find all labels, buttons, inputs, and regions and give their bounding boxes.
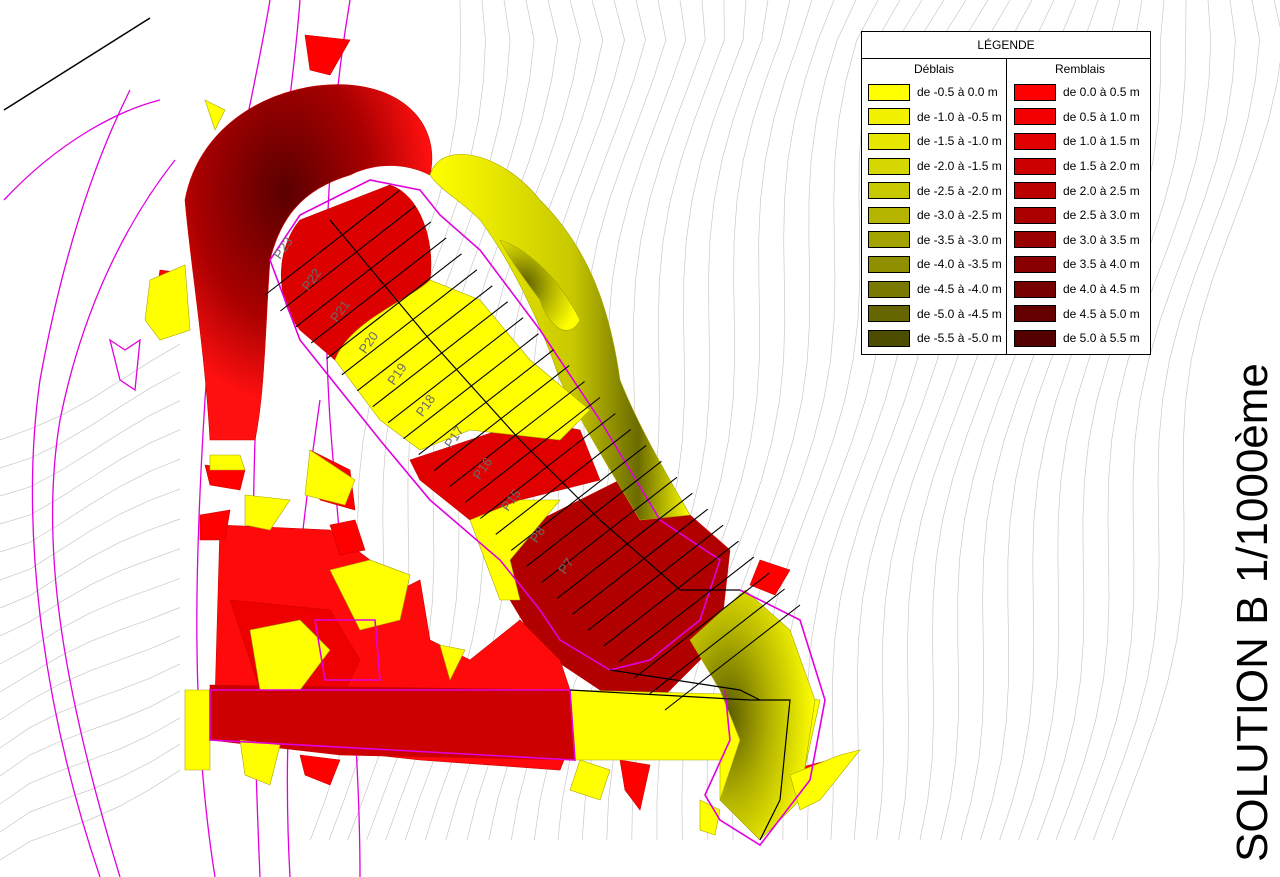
- legend-item: de 3.5 à 4.0 m: [1008, 252, 1152, 277]
- legend-title: LÉGENDE: [862, 32, 1150, 59]
- legend-swatch: [868, 206, 910, 224]
- legend-item: de -5.0 à -4.5 m: [862, 301, 1006, 326]
- legend-deblais-column: Déblais de -0.5 à 0.0 m de -1.0 à -0.5 m d…: [862, 58, 1006, 351]
- legend-item: de 4.5 à 5.0 m: [1008, 301, 1152, 326]
- legend-separator: [1006, 58, 1007, 354]
- legend-item: de 0.0 à 0.5 m: [1008, 80, 1152, 105]
- legend-item: de -1.0 à -0.5 m: [862, 105, 1006, 130]
- legend-swatch: [868, 329, 910, 347]
- legend-item: de -2.0 à -1.5 m: [862, 154, 1006, 179]
- contour-line: [0, 635, 181, 721]
- legend-label: de 4.5 à 5.0 m: [1063, 306, 1140, 321]
- legend-label: de 0.0 à 0.5 m: [1063, 85, 1140, 100]
- plan-title: SOLUTION B 1/1000ème: [1228, 363, 1277, 862]
- legend-item: de -3.0 à -2.5 m: [862, 203, 1006, 228]
- legend: LÉGENDE Déblais de -0.5 à 0.0 m de -1.0 à…: [861, 31, 1151, 355]
- legend-item: de 1.0 à 1.5 m: [1008, 129, 1152, 154]
- legend-swatch: [868, 182, 910, 200]
- legend-label: de -3.5 à -3.0 m: [917, 232, 1002, 247]
- legend-label: de 1.0 à 1.5 m: [1063, 134, 1140, 149]
- legend-swatch: [1014, 231, 1056, 249]
- legend-swatch: [1014, 157, 1056, 175]
- contour-line: [0, 343, 181, 441]
- legend-label: de 5.0 à 5.5 m: [1063, 331, 1140, 346]
- contour-line: [0, 578, 181, 665]
- legend-label: de 4.0 à 4.5 m: [1063, 282, 1140, 297]
- legend-remblais-column: Remblais de 0.0 à 0.5 m de 0.5 à 1.0 m de …: [1008, 58, 1152, 351]
- legend-remblais-header: Remblais: [1054, 62, 1105, 76]
- legend-item: de -5.5 à -5.0 m: [862, 326, 1006, 351]
- legend-label: de -1.0 à -0.5 m: [917, 109, 1002, 124]
- legend-swatch: [868, 108, 910, 126]
- legend-item: de 4.0 à 4.5 m: [1008, 277, 1152, 302]
- legend-swatch: [1014, 108, 1056, 126]
- legend-label: de -3.0 à -2.5 m: [917, 208, 1002, 223]
- legend-swatch: [1014, 132, 1056, 150]
- legend-label: de 2.0 à 2.5 m: [1063, 183, 1140, 198]
- contour-line: [0, 429, 181, 525]
- legend-label: de 0.5 à 1.0 m: [1063, 109, 1140, 124]
- legend-item: de -4.0 à -3.5 m: [862, 252, 1006, 277]
- contour-line: [0, 518, 181, 609]
- legend-label: de -5.0 à -4.5 m: [917, 306, 1002, 321]
- legend-label: de -0.5 à 0.0 m: [917, 85, 998, 100]
- legend-swatch: [1014, 280, 1056, 298]
- legend-deblais-header: Déblais: [913, 62, 955, 76]
- legend-item: de -4.5 à -4.0 m: [862, 277, 1006, 302]
- legend-item: de -3.5 à -3.0 m: [862, 228, 1006, 253]
- legend-swatch: [868, 305, 910, 323]
- contour-line: [0, 663, 181, 749]
- legend-item: de -1.5 à -1.0 m: [862, 129, 1006, 154]
- legend-item: de 5.0 à 5.5 m: [1008, 326, 1152, 351]
- legend-swatch: [1014, 255, 1056, 273]
- contour-line: [0, 371, 181, 469]
- legend-label: de 3.5 à 4.0 m: [1063, 257, 1140, 272]
- legend-swatch: [1014, 305, 1056, 323]
- legend-swatch: [868, 132, 910, 150]
- contour-line: [0, 400, 181, 497]
- contour-line: [0, 458, 181, 553]
- legend-swatch: [868, 83, 910, 101]
- legend-label: de -5.5 à -5.0 m: [917, 331, 1002, 346]
- legend-swatch: [1014, 329, 1056, 347]
- legend-item: de 0.5 à 1.0 m: [1008, 105, 1152, 130]
- legend-swatch: [868, 280, 910, 298]
- legend-label: de -4.5 à -4.0 m: [917, 282, 1002, 297]
- legend-item: de 3.0 à 3.5 m: [1008, 228, 1152, 253]
- legend-item: de -0.5 à 0.0 m: [862, 80, 1006, 105]
- legend-label: de 1.5 à 2.0 m: [1063, 159, 1140, 174]
- legend-item: de 2.0 à 2.5 m: [1008, 178, 1152, 203]
- contour-line: [0, 548, 181, 637]
- legend-item: de -2.5 à -2.0 m: [862, 178, 1006, 203]
- legend-label: de -4.0 à -3.5 m: [917, 257, 1002, 272]
- legend-swatch: [868, 157, 910, 175]
- legend-swatch: [1014, 83, 1056, 101]
- legend-swatch: [1014, 182, 1056, 200]
- contour-line: [0, 488, 181, 581]
- legend-label: de -2.0 à -1.5 m: [917, 159, 1002, 174]
- legend-item: de 1.5 à 2.0 m: [1008, 154, 1152, 179]
- legend-item: de 2.5 à 3.0 m: [1008, 203, 1152, 228]
- legend-label: de 3.0 à 3.5 m: [1063, 232, 1140, 247]
- legend-swatch: [1014, 206, 1056, 224]
- legend-swatch: [868, 231, 910, 249]
- legend-label: de 2.5 à 3.0 m: [1063, 208, 1140, 223]
- legend-label: de -2.5 à -2.0 m: [917, 183, 1002, 198]
- legend-swatch: [868, 255, 910, 273]
- legend-label: de -1.5 à -1.0 m: [917, 134, 1002, 149]
